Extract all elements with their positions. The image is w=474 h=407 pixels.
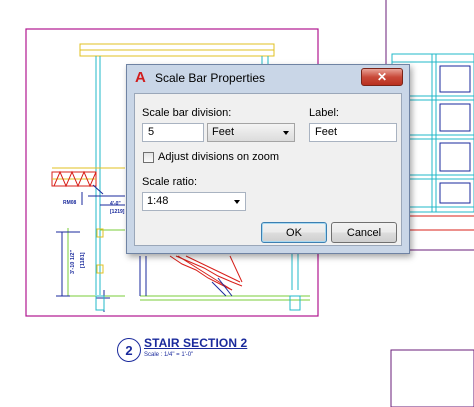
scale-ratio-select[interactable]: 1:48 [142,192,246,211]
division-unit-select[interactable]: Feet [207,123,295,142]
dimension-text: 4'-0" [110,201,121,207]
chevron-down-icon [283,131,289,135]
division-count-input[interactable]: 5 [142,123,204,142]
scale-ratio-label: Scale ratio: [142,176,198,188]
scale-bar-properties-dialog: A Scale Bar Properties ✕ Scale bar divis… [126,64,410,254]
ok-button[interactable]: OK [261,222,327,243]
close-button[interactable]: ✕ [361,68,403,86]
dimension-text-vertical: 3'-10 1/2" [70,250,76,274]
autocad-logo-icon: A [135,69,146,86]
scale-ratio-value: 1:48 [147,195,169,207]
room-tag: RM08 [63,200,77,206]
stair-stringer [139,255,243,297]
chevron-down-icon [234,200,240,204]
dimension-text-metric: [1219] [110,209,125,215]
sheet-border-bottom [390,349,474,407]
section-scale-text: Scale : 1/4" = 1'-0" [144,352,194,358]
dialog-body: Scale bar division: Label: 5 Feet Feet A… [134,93,402,246]
cancel-button[interactable]: Cancel [331,222,397,243]
scale-bar-division-label: Scale bar division: [142,107,232,119]
section-number-bubble: 2 [117,338,141,362]
label-field-label: Label: [309,107,339,119]
section-title: STAIR SECTION 2 [144,336,248,350]
floor-framing [51,167,125,188]
adjust-divisions-label: Adjust divisions on zoom [158,151,280,163]
dimension-text-vertical-metric: [1181] [80,252,86,268]
division-unit-value: Feet [212,126,235,138]
adjust-divisions-checkbox[interactable] [143,152,154,163]
close-icon: ✕ [376,70,388,84]
dialog-title: Scale Bar Properties [155,71,266,85]
dialog-titlebar[interactable]: A Scale Bar Properties ✕ [127,65,409,91]
label-input[interactable]: Feet [309,123,397,142]
